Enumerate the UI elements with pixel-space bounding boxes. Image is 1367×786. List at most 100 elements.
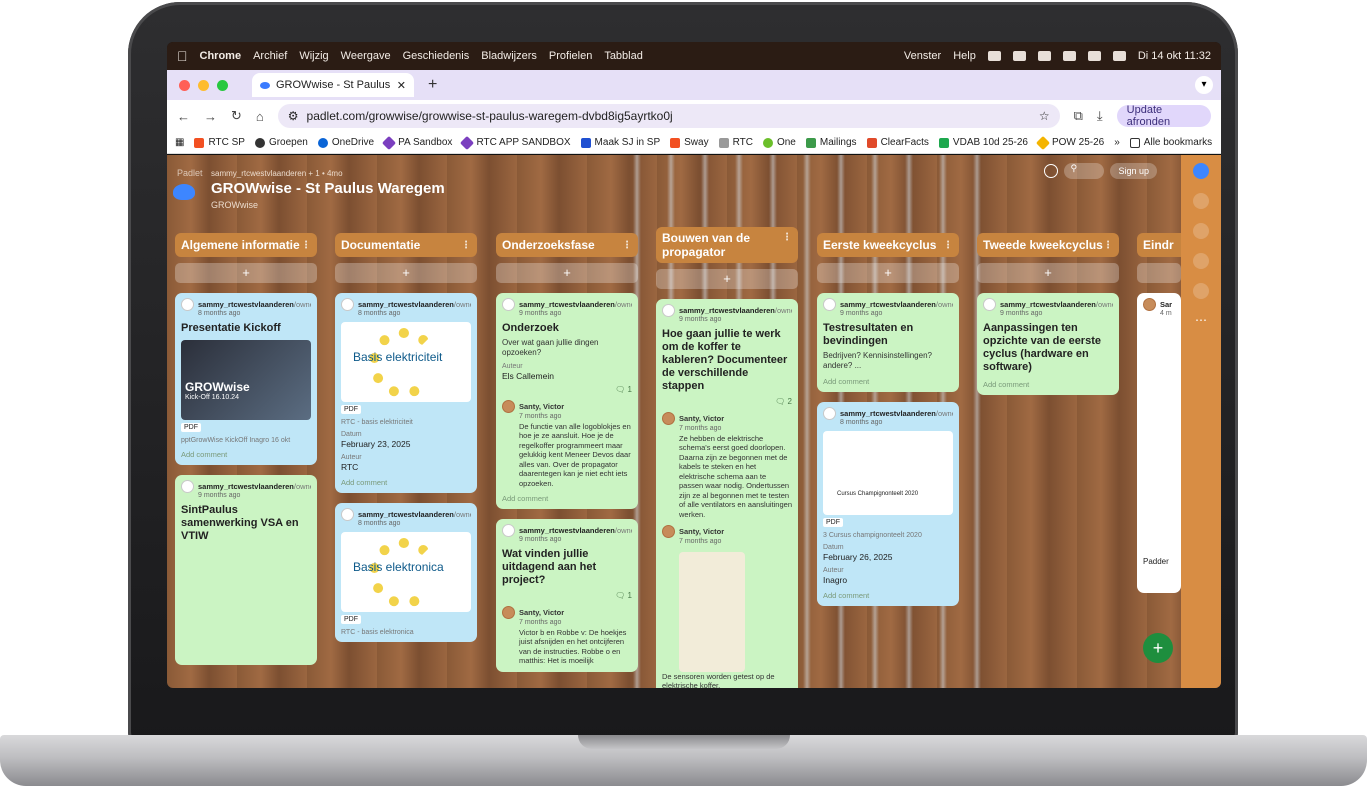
home-icon[interactable]: ⌂ [256,109,264,124]
bookmark-item[interactable]: RTC APP SANDBOX [460,135,571,150]
wifi-icon[interactable] [1087,51,1101,61]
attachment-thumbnail[interactable]: Basis elektriciteit [341,322,471,402]
more-icon[interactable]: ⋮ [943,240,953,251]
more-icon[interactable]: ⋯ [1195,313,1207,327]
url-text[interactable]: padlet.com/growwise/growwise-st-paulus-w… [307,109,1031,123]
bookmark-item[interactable]: VDAB 10d 25-26 [938,137,1028,148]
status-icon[interactable] [1012,51,1026,61]
post-card[interactable]: sammy_rtcwestvlaanderen/owne 8 months ag… [335,503,477,642]
comment-count[interactable]: 🗨 1 [502,591,632,600]
apple-icon[interactable]:  [177,48,188,64]
column-header[interactable]: Bouwen van de propagator ⋮ [656,227,798,263]
menu-item[interactable]: Tabblad [604,50,643,62]
close-tab-icon[interactable]: ✕ [397,79,406,92]
menu-item[interactable]: Venster [904,50,941,62]
post-card[interactable]: sammy_rtcwestvlaanderen/owne 9 months ag… [496,293,638,509]
back-icon[interactable]: ← [177,109,190,124]
share-icon[interactable] [1193,193,1209,209]
tab-search-button[interactable]: ▾ [1195,76,1213,94]
account-icon[interactable] [1193,163,1209,179]
extensions-icon[interactable]: ⧉ [1074,108,1083,124]
status-icon[interactable] [987,51,1001,61]
add-comment-button[interactable]: Add comment [823,377,953,386]
column-header[interactable]: Documentatie ⋮ [335,233,477,257]
post-card[interactable]: sammy_rtcwestvlaanderen/owne 9 months ag… [496,519,638,672]
bookmarks-more-button[interactable]: » [1114,137,1120,148]
add-comment-button[interactable]: Add comment [823,591,953,600]
comment-count[interactable]: 🗨 1 [502,385,632,394]
apps-grid-icon[interactable]: ▦ [175,137,184,148]
bookmark-item[interactable]: Maak SJ in SP [580,137,660,148]
comment-photo[interactable] [679,551,745,672]
attachment-thumbnail[interactable]: Basis elektronica [341,532,471,612]
add-post-button[interactable]: + [175,263,317,283]
address-bar[interactable]: ⚙ padlet.com/growwise/growwise-st-paulus… [277,104,1060,128]
maximize-window-button[interactable] [217,79,228,91]
add-post-button[interactable]: + [817,263,959,283]
more-icon[interactable]: ⋮ [301,240,311,251]
minimize-window-button[interactable] [198,79,209,91]
comment-count[interactable]: 🗨 2 [662,397,792,406]
download-icon[interactable]: ⤓ [1097,108,1103,124]
globe-icon[interactable] [1044,164,1059,178]
close-window-button[interactable] [179,79,190,91]
menu-item[interactable]: Wijzig [299,50,328,62]
menu-item[interactable]: Archief [253,50,287,62]
bookmark-item[interactable]: RTC [718,137,753,148]
signup-button[interactable]: Sign up [1110,163,1157,179]
bookmark-item[interactable]: RTC SP [194,137,245,148]
search-button[interactable]: ⚲ [1064,163,1105,179]
post-card[interactable]: sammy_rtcwestvlaanderen/owne 8 months ag… [817,402,959,606]
add-post-button[interactable]: + [335,263,477,283]
more-icon[interactable]: ⋮ [782,231,792,245]
post-card[interactable]: sammy_rtcwestvlaanderen/owne 9 months ag… [656,299,798,688]
bookmark-item[interactable]: PA Sandbox [382,135,452,150]
search-icon[interactable] [1112,51,1126,61]
more-icon[interactable]: ⋮ [461,240,471,251]
forward-icon[interactable]: → [204,109,217,124]
post-card[interactable]: sammy_rtcwestvlaanderen/owne 9 months ag… [175,475,317,665]
menu-item[interactable]: Profielen [549,50,592,62]
bookmark-star-icon[interactable]: ☆ [1039,109,1050,123]
menu-item[interactable]: Weergave [341,50,391,62]
attachment-thumbnail[interactable]: GROWwise Kick-Off 16.10.24 [181,340,311,420]
bookmark-item[interactable]: One [762,137,796,148]
post-card[interactable]: sammy_rtcwestvlaanderen/owne 9 months ag… [977,293,1119,395]
add-post-button[interactable]: + [656,269,798,289]
slideshow-icon[interactable] [1193,283,1209,299]
bookmark-item[interactable]: Mailings [805,137,857,148]
site-info-icon[interactable]: ⚙ [288,109,299,123]
post-card[interactable]: Sar 4 m Padder [1137,293,1181,593]
add-comment-button[interactable]: Add comment [181,450,311,459]
column-header[interactable]: Eindr [1137,233,1181,257]
remake-icon[interactable] [1193,223,1209,239]
column-header[interactable]: Algemene informatie ⋮ [175,233,317,257]
add-post-button[interactable] [1137,263,1181,283]
column-header[interactable]: Onderzoeksfase ⋮ [496,233,638,257]
all-bookmarks-button[interactable]: Alle bookmarks [1129,137,1212,148]
menu-item[interactable]: Geschiedenis [403,50,470,62]
reload-icon[interactable]: ↻ [231,108,242,124]
post-card[interactable]: sammy_rtcwestvlaanderen/owne 8 months ag… [335,293,477,493]
status-icon[interactable] [1062,51,1076,61]
bookmark-item[interactable]: ClearFacts [866,137,929,148]
add-post-button[interactable]: + [496,263,638,283]
column-header[interactable]: Tweede kweekcyclus ⋮ [977,233,1119,257]
bookmark-item[interactable]: Groepen [254,137,308,148]
update-button[interactable]: Update afronden [1116,104,1211,128]
menu-item[interactable]: Help [953,50,976,62]
post-card[interactable]: sammy_rtcwestvlaanderen/owne 9 months ag… [817,293,959,392]
notifications-icon[interactable] [1193,253,1209,269]
attachment-thumbnail[interactable]: Cursus Champignonteelt 2020 [823,431,953,515]
add-comment-button[interactable]: Add comment [983,380,1113,389]
menu-app-name[interactable]: Chrome [200,50,242,62]
bookmark-item[interactable]: POW 25-26 [1035,135,1104,150]
status-icon[interactable] [1037,51,1051,61]
add-post-button[interactable]: + [977,263,1119,283]
tab-growwise[interactable]: GROWwise - St Paulus Wareg ✕ [252,73,414,97]
new-tab-button[interactable]: + [428,76,437,94]
add-post-fab[interactable]: + [1143,633,1173,663]
more-icon[interactable]: ⋮ [622,240,632,251]
more-icon[interactable]: ⋮ [1103,240,1113,251]
post-card[interactable]: sammy_rtcwestvlaanderen/owne 8 months ag… [175,293,317,465]
